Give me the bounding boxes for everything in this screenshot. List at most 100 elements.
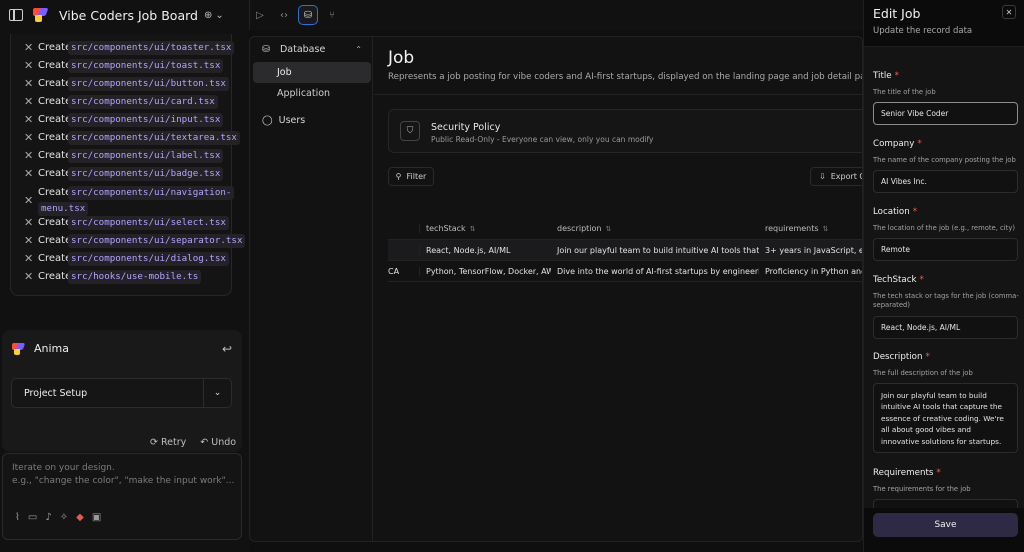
retry-label: Retry xyxy=(161,437,187,448)
file-path[interactable]: src/hooks/use-mobile.ts xyxy=(68,270,202,284)
required-asterisk: * xyxy=(917,139,922,149)
close-icon: ✕ xyxy=(24,216,34,229)
file-path[interactable]: src/components/ui/select.tsx xyxy=(68,216,229,230)
close-icon[interactable]: ✕ xyxy=(1002,5,1016,19)
description-hint: The full description of the job xyxy=(873,369,973,377)
filter-icon: ⚲ xyxy=(395,172,402,181)
database-section-toggle[interactable]: ⛁ Database ⌃ xyxy=(262,44,362,55)
requirements-hint: The requirements for the job xyxy=(873,485,971,493)
preview-play-icon[interactable]: ▷ xyxy=(250,5,270,25)
security-policy-desc: Public Read-Only - Everyone can view, on… xyxy=(431,135,654,144)
file-path[interactable]: src/components/ui/card.tsx xyxy=(68,95,218,109)
file-path[interactable]: src/components/ui/button.tsx xyxy=(68,77,229,91)
description-textarea[interactable]: Join our playful team to build intuitive… xyxy=(873,383,1018,453)
company-input[interactable]: AI Vibes Inc. xyxy=(873,170,1018,193)
chevron-down-icon[interactable]: ⌄ xyxy=(203,379,231,407)
company-label: Company * xyxy=(873,139,922,149)
nav-item-job[interactable]: Job xyxy=(253,62,371,83)
requirements-input[interactable] xyxy=(873,499,1018,508)
image-icon[interactable]: ▣ xyxy=(92,512,101,523)
table-row[interactable]: React, Node.js, AI/ML Join our playful t… xyxy=(388,240,862,261)
clipboard-icon[interactable]: ▭ xyxy=(28,512,37,523)
table-header-row: techStack ⇅ description ⇅ requirements ⇅ xyxy=(388,218,862,240)
sort-icon[interactable]: ⇅ xyxy=(823,225,829,233)
nav-item-application[interactable]: Application xyxy=(253,83,371,104)
retry-button[interactable]: ⟳ Retry xyxy=(150,437,186,448)
file-path[interactable]: src/components/ui/label.tsx xyxy=(68,149,224,163)
file-action-label: Create xyxy=(38,168,72,179)
file-action-label: Create xyxy=(38,187,72,198)
location-input[interactable]: Remote xyxy=(873,238,1018,261)
anima-header: Anima xyxy=(12,342,69,355)
undo-button[interactable]: ↶ Undo xyxy=(200,437,236,448)
close-icon: ✕ xyxy=(24,113,34,126)
app-root: Vibe Coders Job Board ⊕ ⌄ ▷ ‹› ⛁ ⑂ ✕ Crea… xyxy=(0,0,1024,552)
file-path[interactable]: src/components/ui/input.tsx xyxy=(68,113,224,127)
file-path[interactable]: src/components/ui/dialog.tsx xyxy=(68,252,229,266)
figma-icon[interactable]: ◆ xyxy=(76,512,84,523)
file-action-label: Create xyxy=(38,60,72,71)
filter-button[interactable]: ⚲ Filter xyxy=(388,167,434,186)
table-cell: CA xyxy=(388,266,400,276)
prompt-input[interactable]: Iterate on your design. e.g., "change th… xyxy=(2,453,242,540)
sort-icon[interactable]: ⇅ xyxy=(470,225,476,233)
file-action-label: Create xyxy=(38,217,72,228)
chevron-down-icon[interactable]: ⌄ xyxy=(215,10,223,21)
git-branch-icon[interactable]: ⑂ xyxy=(322,5,342,25)
close-icon: ✕ xyxy=(24,149,34,162)
chevron-up-icon: ⌃ xyxy=(355,45,362,54)
shield-icon: ⛉ xyxy=(400,121,420,141)
file-item: ✕ Create src/components/ui/toast.tsx xyxy=(24,59,224,75)
database-icon[interactable]: ⛁ xyxy=(298,5,318,25)
file-item: ✕ Create src/components/ui/label.tsx xyxy=(24,149,224,165)
file-change-list: ✕ Create src/components/ui/toaster.tsx ✕ Cr… xyxy=(10,34,246,296)
sidebar-toggle-icon[interactable] xyxy=(9,9,23,21)
nav-item-users[interactable]: ◯ Users xyxy=(262,115,305,126)
file-item: ✕ Create src/components/ui/toaster.tsx xyxy=(24,41,235,57)
attach-icon[interactable]: ⌇ xyxy=(15,512,20,523)
required-asterisk: * xyxy=(919,275,924,285)
table-row[interactable]: CA Python, TensorFlow, Docker, AWS Dive … xyxy=(388,261,862,282)
save-footer: Save xyxy=(864,508,1024,552)
microphone-icon[interactable]: ♪ xyxy=(45,512,51,523)
records-table: techStack ⇅ description ⇅ requirements ⇅ Re… xyxy=(388,218,862,282)
file-action-label: Create xyxy=(38,42,72,53)
undo-arrow-icon[interactable]: ↩ xyxy=(222,342,232,356)
close-icon: ✕ xyxy=(24,41,34,54)
sort-icon[interactable]: ⇅ xyxy=(605,225,611,233)
column-header-techstack[interactable]: techStack ⇅ xyxy=(419,224,551,233)
app-logo-icon xyxy=(33,8,49,22)
code-icon[interactable]: ‹› xyxy=(274,5,294,25)
file-item: ✕ Create src/components/ui/badge.tsx xyxy=(24,167,224,183)
title-input[interactable]: Senior Vibe Coder xyxy=(873,102,1018,125)
globe-icon[interactable]: ⊕ xyxy=(204,10,212,21)
file-item: ✕ Create src/components/ui/button.tsx xyxy=(24,77,229,93)
project-title[interactable]: Vibe Coders Job Board xyxy=(59,8,198,23)
security-policy-card: ⛉ Security Policy Public Read-Only - Eve… xyxy=(388,109,862,153)
anima-card: Anima ↩ Project Setup ⌄ xyxy=(2,330,242,452)
file-path[interactable]: src/components/ui/badge.tsx xyxy=(68,167,224,181)
magic-wand-icon[interactable]: ✧ xyxy=(60,512,68,523)
file-path-continued[interactable]: menu.tsx xyxy=(38,202,89,216)
file-path[interactable]: src/components/ui/textarea.tsx xyxy=(68,131,240,145)
techstack-input[interactable]: React, Node.js, AI/ML xyxy=(873,316,1018,339)
file-path[interactable]: src/components/ui/separator.tsx xyxy=(68,234,246,248)
close-icon: ✕ xyxy=(24,95,34,108)
export-csv-button[interactable]: ⇩ Export CSV xyxy=(810,167,862,186)
column-header-description[interactable]: description ⇅ xyxy=(551,224,759,233)
column-header-requirements[interactable]: requirements ⇅ xyxy=(759,224,862,233)
title-hint: The title of the job xyxy=(873,88,936,96)
file-action-label: Create xyxy=(38,78,72,89)
database-label: Database xyxy=(279,44,326,55)
file-path[interactable]: src/components/ui/toast.tsx xyxy=(68,59,224,73)
file-item: ✕ Create src/components/ui/separator.tsx xyxy=(24,234,246,250)
file-path[interactable]: src/components/ui/navigation- xyxy=(68,186,235,200)
file-path[interactable]: src/components/ui/toaster.tsx xyxy=(68,41,235,55)
save-button[interactable]: Save xyxy=(873,513,1018,537)
security-policy-title: Security Policy xyxy=(431,122,501,133)
users-label: Users xyxy=(278,115,306,126)
file-item: ✕ Create src/components/ui/navigation-menu… xyxy=(24,186,235,216)
project-setup-select[interactable]: Project Setup ⌄ xyxy=(11,378,232,408)
panel-subtitle: Update the record data xyxy=(873,26,973,36)
file-item: ✕ Create src/components/ui/select.tsx xyxy=(24,216,229,232)
